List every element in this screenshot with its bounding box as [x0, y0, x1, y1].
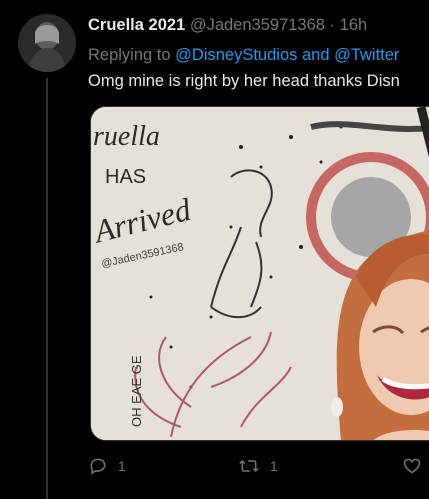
user-handle[interactable]: @Jaden35971368 [190, 16, 325, 34]
replying-prefix: Replying to [88, 46, 171, 64]
retweet-icon [238, 456, 260, 476]
tweet-media-photo[interactable]: ruella HAS Arrived @Jaden3591368 OH EAE … [90, 106, 429, 441]
reply-icon [88, 456, 108, 476]
replying-to: Replying to @DisneyStudios and @Twitter [88, 44, 429, 66]
reply-action[interactable]: 1 [88, 452, 126, 480]
poster-title-line2: HAS [105, 166, 146, 188]
tweet-screen: Cruella 2021 @Jaden35971368 · 16h Replyi… [0, 0, 429, 499]
photo-image: ruella HAS Arrived @Jaden3591368 OH EAE … [91, 107, 429, 440]
tweet-text: Omg mine is right by her head thanks Dis… [88, 72, 400, 90]
timestamp[interactable]: 16h [340, 16, 368, 34]
poster-vertical-text: OH EAE GE [129, 355, 144, 427]
poster-title-line1: ruella [93, 121, 160, 152]
avatar-image [18, 14, 76, 72]
heart-icon [402, 456, 422, 476]
retweet-count: 1 [270, 458, 278, 474]
thread-line [46, 78, 48, 499]
tweet-header: Cruella 2021 @Jaden35971368 · 16h [88, 14, 429, 36]
tweet-actions: 1 1 [88, 452, 429, 480]
reply-count: 1 [118, 458, 126, 474]
separator-dot: · [329, 16, 336, 34]
like-action[interactable] [402, 452, 429, 480]
retweet-action[interactable]: 1 [238, 452, 278, 480]
avatar[interactable] [18, 14, 76, 72]
display-name[interactable]: Cruella 2021 [88, 16, 185, 34]
replying-mentions[interactable]: @DisneyStudios and @Twitter [175, 46, 399, 64]
